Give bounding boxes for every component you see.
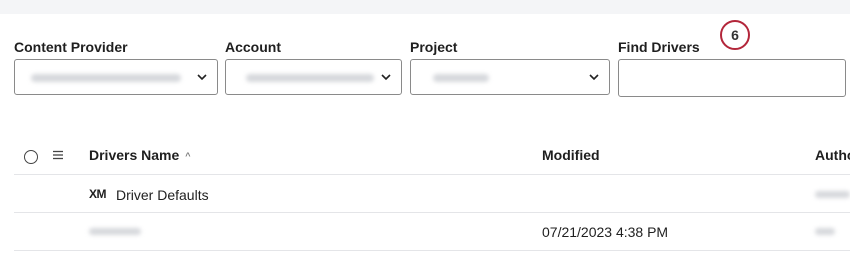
content-provider-label: Content Provider	[14, 39, 128, 55]
driver-name-cell[interactable]: Driver Defaults	[116, 187, 209, 203]
drivers-name-header-label: Drivers Name	[89, 147, 180, 163]
find-drivers-input[interactable]	[618, 59, 846, 97]
author-cell-redacted	[815, 228, 835, 235]
project-label: Project	[410, 39, 458, 55]
column-header-drivers-name[interactable]: Drivers Name ^	[89, 147, 191, 163]
drivers-page: Content Provider Account Project Find Dr…	[0, 0, 850, 256]
account-select[interactable]	[225, 59, 402, 95]
modified-cell: 07/21/2023 4:38 PM	[542, 224, 669, 240]
chevron-down-icon	[381, 74, 391, 81]
xm-logo-icon: XM	[89, 187, 107, 201]
content-provider-value-redacted	[31, 74, 181, 82]
chevron-down-icon	[589, 74, 599, 81]
account-value-redacted	[246, 74, 374, 82]
row-divider	[14, 250, 850, 251]
column-header-modified[interactable]: Modified	[542, 147, 600, 163]
find-drivers-label: Find Drivers	[618, 39, 700, 55]
column-header-author[interactable]: Autho	[815, 147, 850, 163]
project-select[interactable]	[410, 59, 610, 95]
row-divider	[14, 212, 850, 213]
hamburger-menu-icon[interactable]	[52, 149, 64, 161]
chevron-down-icon	[197, 74, 207, 81]
project-value-redacted	[433, 74, 489, 82]
driver-name-cell-redacted[interactable]	[89, 228, 141, 235]
select-all-radio-icon[interactable]	[24, 150, 38, 164]
author-cell-redacted	[815, 191, 850, 198]
step-callout-badge: 6	[720, 20, 750, 50]
top-band	[0, 0, 850, 14]
header-divider	[14, 174, 850, 175]
content-provider-select[interactable]	[14, 59, 218, 95]
account-label: Account	[225, 39, 281, 55]
sort-ascending-icon[interactable]: ^	[185, 151, 190, 161]
